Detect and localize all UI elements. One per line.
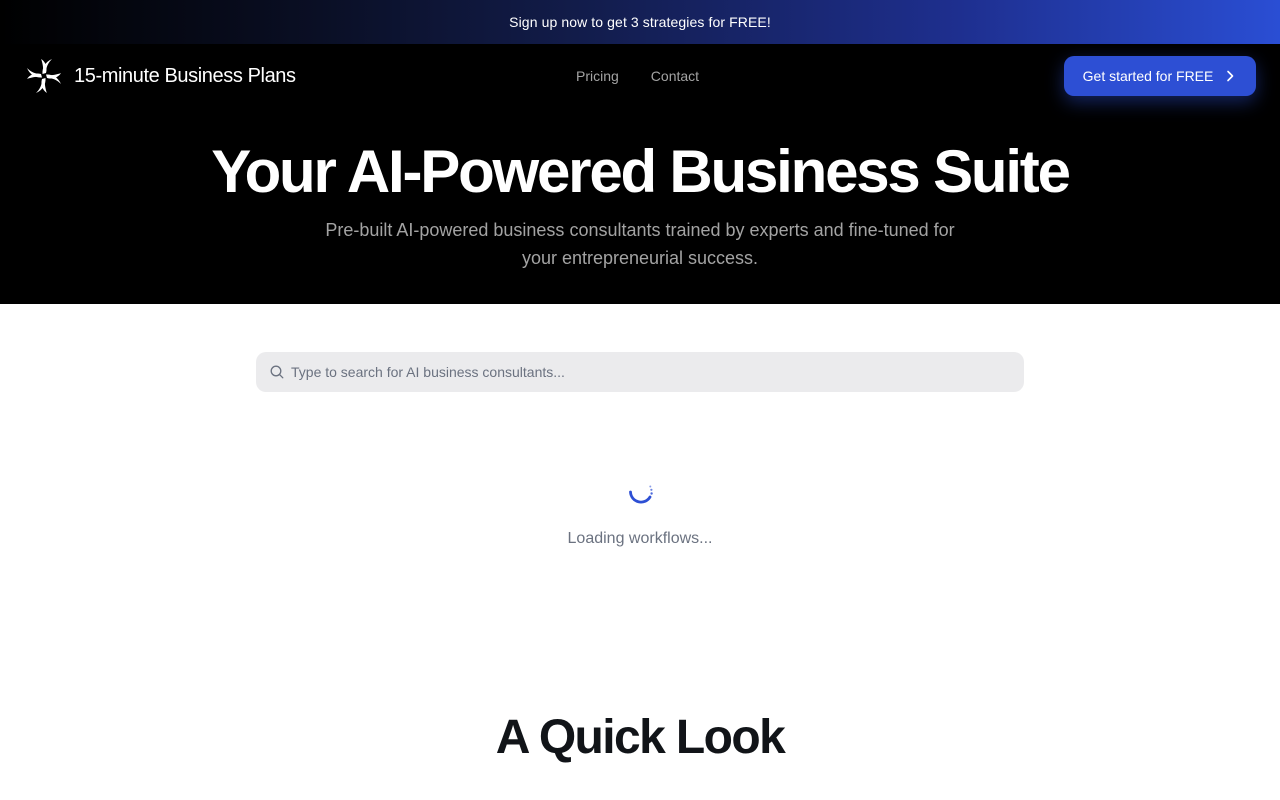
main-nav: Pricing Contact bbox=[576, 68, 699, 84]
spinner-icon bbox=[629, 485, 653, 504]
loading-text: Loading workflows... bbox=[567, 530, 713, 547]
hero-title: Your AI-Powered Business Suite bbox=[211, 138, 1071, 205]
header-hero: 15-minute Business Plans Pricing Contact… bbox=[0, 44, 1280, 304]
nav-link-contact[interactable]: Contact bbox=[651, 68, 699, 84]
get-started-button[interactable]: Get started for FREE bbox=[1064, 56, 1256, 96]
section-title: A Quick Look bbox=[495, 711, 786, 764]
search-input[interactable] bbox=[291, 353, 1024, 391]
hero-subtitle: Pre-built AI-powered business consultant… bbox=[325, 220, 955, 268]
promo-banner: Sign up now to get 3 strategies for FREE… bbox=[0, 0, 1280, 44]
nav-link-pricing[interactable]: Pricing bbox=[576, 68, 619, 84]
swirl-logo-icon bbox=[27, 59, 61, 93]
logo[interactable]: 15-minute Business Plans bbox=[24, 56, 296, 96]
search-bar[interactable] bbox=[256, 352, 1024, 392]
search-icon bbox=[270, 365, 284, 379]
logo-text: 15-minute Business Plans bbox=[74, 64, 296, 87]
chevron-right-icon bbox=[1227, 70, 1234, 82]
get-started-label: Get started for FREE bbox=[1082, 68, 1214, 84]
promo-text: Sign up now to get 3 strategies for FREE… bbox=[509, 14, 771, 30]
